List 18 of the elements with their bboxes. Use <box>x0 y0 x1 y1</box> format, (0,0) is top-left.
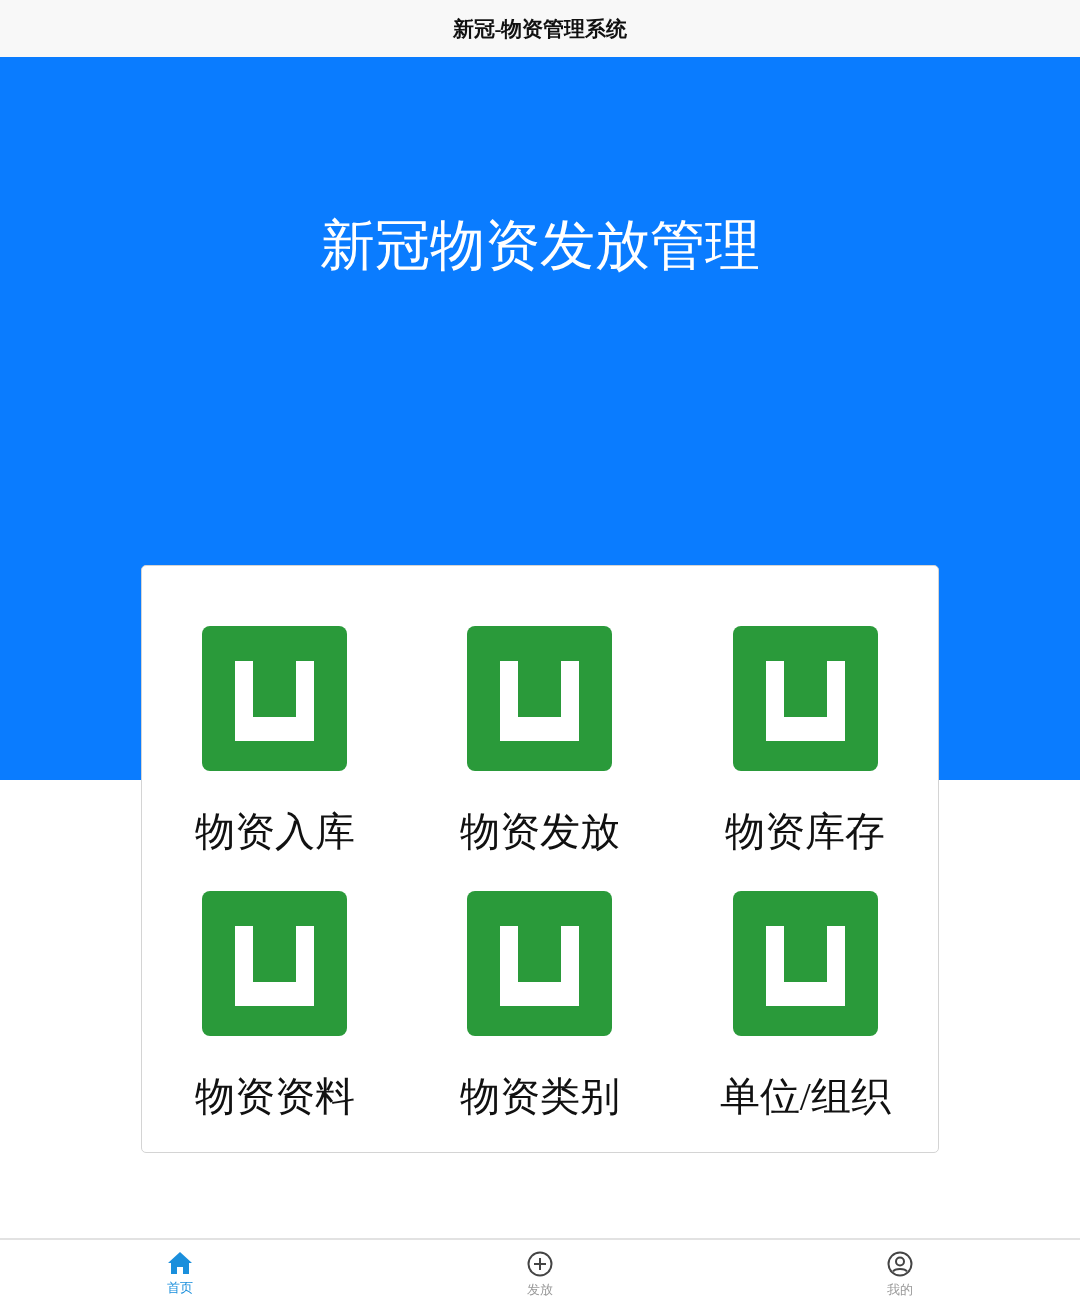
tile-icon <box>467 891 613 1036</box>
menu-tile[interactable]: 物资发放 <box>460 626 620 855</box>
tile-icon <box>202 891 348 1036</box>
menu-tile[interactable]: 物资入库 <box>194 626 355 855</box>
tile-icon <box>467 626 613 771</box>
home-icon <box>167 1251 193 1275</box>
header-title: 新冠-物资管理系统 <box>452 15 628 43</box>
tab[interactable]: 首页 <box>163 1240 197 1309</box>
menu-tile[interactable]: 物资库存 <box>725 626 886 855</box>
tile-icon <box>732 891 878 1036</box>
menu-tile[interactable]: 单位/组织 <box>719 891 891 1120</box>
menu-tile[interactable]: 物资类别 <box>460 891 620 1120</box>
menu-tile[interactable]: 物资资料 <box>194 891 355 1120</box>
hero-title: 新冠物资发放管理 <box>320 214 760 278</box>
user-circle-icon <box>887 1251 913 1277</box>
plus-circle-icon <box>527 1251 553 1277</box>
tile-icon <box>732 626 878 771</box>
tile-icon <box>202 626 348 771</box>
